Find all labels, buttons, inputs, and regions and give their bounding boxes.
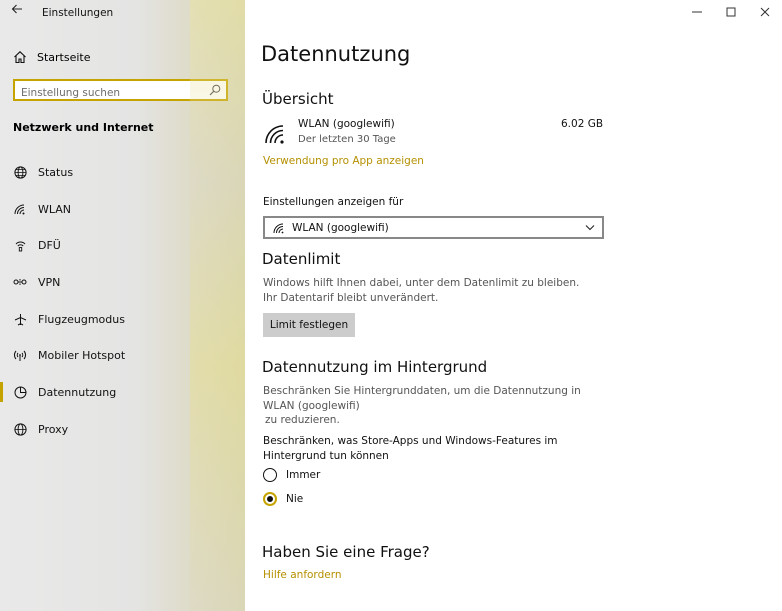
radio-label: Immer	[286, 469, 321, 481]
radio-dot	[267, 496, 273, 502]
dialup-icon	[13, 239, 27, 253]
title-bar: Einstellungen	[0, 0, 245, 26]
proxy-icon	[13, 422, 27, 436]
sidebar-item-proxy[interactable]: Proxy	[0, 411, 245, 448]
get-help-link[interactable]: Hilfe anfordern	[263, 569, 341, 581]
sidebar-item-mobile-hotspot[interactable]: Mobiler Hotspot	[0, 337, 245, 374]
chevron-down-icon	[585, 225, 595, 231]
airplane-icon	[13, 312, 27, 326]
hotspot-icon	[13, 349, 27, 363]
sidebar-item-data-usage[interactable]: Datennutzung	[0, 374, 245, 411]
network-name: WLAN (googlewifi)	[298, 118, 395, 130]
data-limit-heading: Datenlimit	[262, 250, 341, 268]
data-limit-description: Windows hilft Ihnen dabei, unter dem Dat…	[263, 277, 580, 304]
show-settings-for-label: Einstellungen anzeigen für	[263, 196, 404, 208]
sidebar-item-label: Flugzeugmodus	[38, 312, 125, 326]
search-input[interactable]	[15, 84, 201, 102]
search-icon[interactable]	[209, 84, 221, 96]
per-app-usage-link[interactable]: Verwendung pro App anzeigen	[263, 155, 424, 167]
radio-circle[interactable]	[263, 468, 277, 482]
sidebar-item-dfu[interactable]: DFÜ	[0, 227, 245, 264]
wifi-icon	[265, 125, 284, 144]
minimize-button[interactable]	[680, 0, 714, 24]
sidebar-item-label: DFÜ	[38, 239, 61, 253]
settings-search-box[interactable]	[13, 79, 228, 102]
sidebar-item-label: Datennutzung	[38, 385, 117, 399]
usage-amount: 6.02 GB	[561, 118, 604, 130]
maximize-icon	[726, 7, 736, 17]
window-controls	[680, 0, 782, 24]
sidebar-item-label: VPN	[38, 275, 61, 289]
background-data-heading: Datennutzung im Hintergrund	[262, 358, 488, 376]
page-title: Datennutzung	[261, 42, 411, 66]
globe-icon	[13, 165, 27, 179]
close-icon	[760, 7, 770, 17]
usage-period: Der letzten 30 Tage	[298, 134, 396, 145]
radio-circle-selected[interactable]	[263, 492, 277, 506]
background-description-line1: Beschränken Sie Hintergrunddaten, um die…	[263, 385, 581, 412]
section-title: Netzwerk und Internet	[13, 121, 154, 134]
arrow-left-icon	[11, 4, 22, 14]
data-usage-icon	[13, 385, 27, 399]
sidebar: Einstellungen Startseite Netzwerk und In…	[0, 0, 245, 611]
background-description-line2: zu reduzieren.	[265, 414, 340, 426]
sidebar-item-label: Mobiler Hotspot	[38, 349, 126, 363]
main-content: Datennutzung Übersicht WLAN (googlewifi)…	[245, 0, 782, 611]
wifi-icon	[273, 223, 284, 234]
sidebar-item-wlan[interactable]: WLAN	[0, 191, 245, 228]
radio-always[interactable]: Immer	[263, 466, 320, 484]
sidebar-item-airplane-mode[interactable]: Flugzeugmodus	[0, 301, 245, 338]
sidebar-item-label: Status	[38, 165, 74, 179]
network-select[interactable]: WLAN (googlewifi)	[263, 216, 604, 239]
back-button[interactable]	[8, 3, 26, 21]
home-label: Startseite	[37, 50, 91, 64]
minimize-icon	[692, 11, 702, 13]
sidebar-item-label: Proxy	[38, 422, 69, 436]
help-heading: Haben Sie eine Frage?	[262, 543, 430, 561]
radio-never[interactable]: Nie	[263, 490, 303, 508]
network-usage-row: WLAN (googlewifi) Der letzten 30 Tage 6.…	[265, 116, 605, 156]
overview-heading: Übersicht	[262, 90, 334, 108]
vpn-icon	[13, 275, 27, 289]
sidebar-item-label: WLAN	[38, 202, 72, 216]
wifi-icon	[13, 202, 27, 216]
close-button[interactable]	[748, 0, 782, 24]
network-select-value: WLAN (googlewifi)	[292, 222, 389, 234]
home-icon	[14, 51, 26, 64]
radio-label: Nie	[286, 493, 304, 505]
maximize-button[interactable]	[714, 0, 748, 24]
home-nav-item[interactable]: Startseite	[13, 48, 91, 66]
nav-list: Status WLAN DFÜ VPN Flugzeugmodus Mobile…	[0, 154, 245, 448]
app-title: Einstellungen	[42, 7, 114, 19]
sidebar-item-status[interactable]: Status	[0, 154, 245, 191]
restrict-label: Beschränken, was Store-Apps und Windows-…	[263, 435, 558, 462]
set-limit-button[interactable]: Limit festlegen	[263, 313, 355, 337]
sidebar-item-vpn[interactable]: VPN	[0, 264, 245, 301]
